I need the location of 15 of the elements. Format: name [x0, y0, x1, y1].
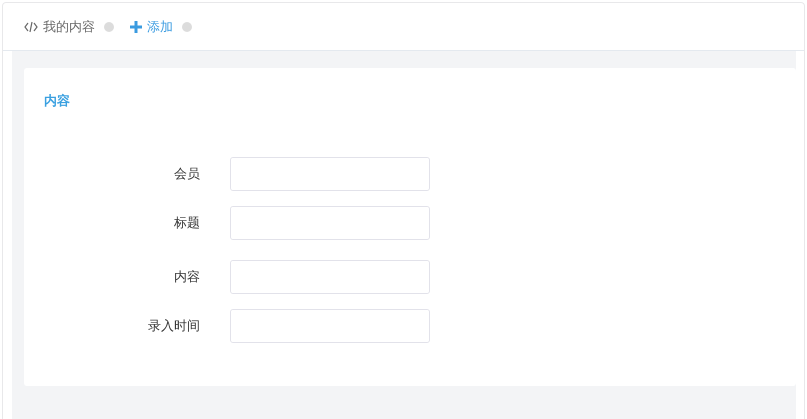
input-field[interactable] — [230, 260, 430, 294]
close-dot[interactable] — [104, 22, 114, 32]
input-field[interactable] — [230, 157, 430, 191]
field-label: 会员 — [173, 166, 200, 183]
field-label: 录入时间 — [147, 318, 200, 335]
input-field[interactable] — [230, 206, 430, 240]
plus-icon — [130, 20, 142, 32]
input-field[interactable] — [230, 309, 430, 343]
tab[interactable]: 我的内容 — [24, 18, 114, 36]
card-title: 内容 — [44, 92, 71, 110]
close-dot[interactable] — [182, 22, 192, 32]
tab[interactable]: 添加 — [130, 18, 192, 36]
field-label: 标题 — [173, 215, 200, 232]
code-icon — [24, 20, 38, 32]
field-label: 内容 — [173, 269, 200, 286]
